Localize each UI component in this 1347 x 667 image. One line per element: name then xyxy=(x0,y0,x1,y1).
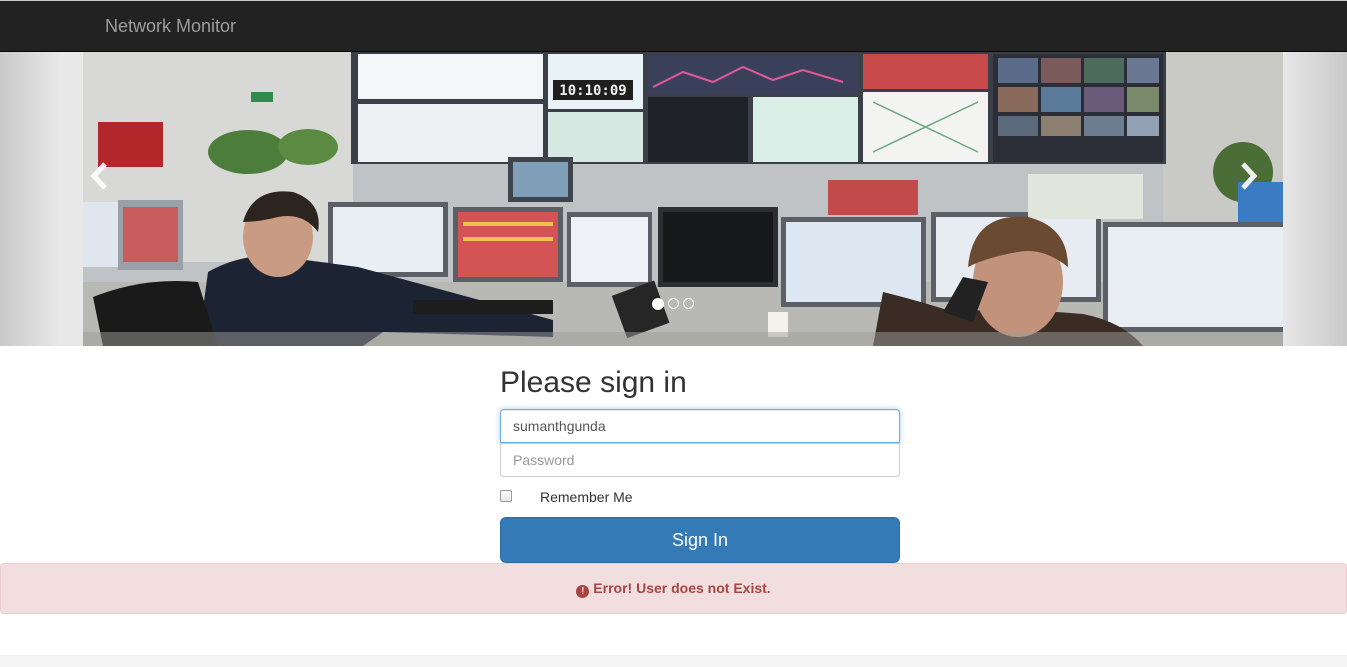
carousel-indicator-2[interactable] xyxy=(668,298,679,309)
remember-me-label[interactable]: Remember Me xyxy=(540,489,633,505)
remember-me-checkbox[interactable] xyxy=(500,490,512,502)
error-alert: ! Error! User does not Exist. xyxy=(0,563,1347,614)
remember-me-row: Remember Me xyxy=(500,489,800,505)
page-footer xyxy=(0,655,1347,667)
exclamation-circle-icon: ! xyxy=(576,585,590,598)
wall-clock: 10:10:09 xyxy=(559,83,626,99)
signin-heading: Please sign in xyxy=(500,366,687,399)
carousel-indicator-1[interactable] xyxy=(652,298,664,310)
chevron-right-icon xyxy=(1241,162,1258,190)
chevron-left-icon xyxy=(90,162,107,190)
navbar-brand[interactable]: Network Monitor xyxy=(105,16,236,37)
error-message: Error! User does not Exist. xyxy=(593,580,771,596)
carousel-prev-control[interactable] xyxy=(79,161,119,231)
carousel-next-control[interactable] xyxy=(1229,161,1269,231)
username-input[interactable] xyxy=(500,409,900,443)
sign-in-button[interactable]: Sign In xyxy=(500,517,900,563)
top-navbar: Network Monitor xyxy=(0,0,1347,52)
signin-form: Please sign in Remember Me Sign In xyxy=(500,362,900,563)
carousel-indicators xyxy=(652,298,694,312)
carousel-indicator-3[interactable] xyxy=(683,298,694,309)
password-input[interactable] xyxy=(500,443,900,477)
